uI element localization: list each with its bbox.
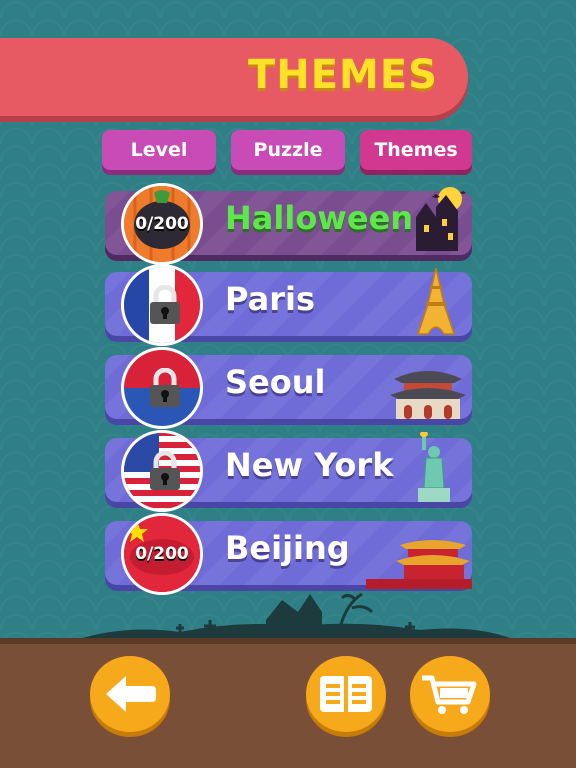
shop-button[interactable] bbox=[410, 656, 490, 732]
page-title: THEMES bbox=[247, 52, 438, 98]
korea-flag-icon bbox=[121, 347, 203, 429]
france-flag-icon bbox=[121, 264, 203, 346]
theme-row-seoul[interactable]: Seoul bbox=[105, 347, 472, 429]
korean-palace-icon bbox=[390, 371, 466, 419]
tab-puzzle[interactable]: Puzzle bbox=[231, 130, 345, 170]
theme-progress: 0/200 bbox=[135, 544, 189, 564]
theme-name: New York bbox=[225, 446, 394, 484]
eiffel-tower-icon bbox=[416, 268, 456, 335]
lock-icon bbox=[150, 451, 180, 490]
statue-of-liberty-icon bbox=[418, 432, 450, 502]
theme-name: Beijing bbox=[225, 529, 350, 567]
theme-row-beijing[interactable]: 0/200 Beijing bbox=[105, 513, 472, 595]
pumpkin-badge-icon: 0/200 bbox=[121, 183, 203, 265]
haunted-house-icon bbox=[416, 187, 466, 251]
title-banner: THEMES bbox=[0, 38, 468, 116]
back-button[interactable] bbox=[90, 656, 170, 732]
usa-flag-icon bbox=[121, 430, 203, 512]
lock-icon bbox=[150, 368, 180, 407]
tab-level[interactable]: Level bbox=[102, 130, 216, 170]
theme-name: Halloween bbox=[225, 199, 414, 237]
collection-book-button[interactable] bbox=[306, 656, 386, 732]
cart-icon bbox=[422, 675, 477, 714]
book-icon bbox=[320, 676, 372, 712]
theme-row-halloween[interactable]: 0/200 Halloween bbox=[105, 183, 472, 265]
theme-row-new-york[interactable]: New York bbox=[105, 430, 472, 512]
tab-themes[interactable]: Themes bbox=[360, 130, 472, 170]
theme-row-paris[interactable]: Paris bbox=[105, 264, 472, 346]
lock-icon bbox=[150, 285, 180, 324]
theme-name: Paris bbox=[225, 280, 315, 318]
theme-name: Seoul bbox=[225, 363, 326, 401]
theme-progress: 0/200 bbox=[135, 214, 189, 234]
back-arrow-icon bbox=[106, 676, 156, 712]
graveyard-silhouette bbox=[70, 592, 520, 642]
